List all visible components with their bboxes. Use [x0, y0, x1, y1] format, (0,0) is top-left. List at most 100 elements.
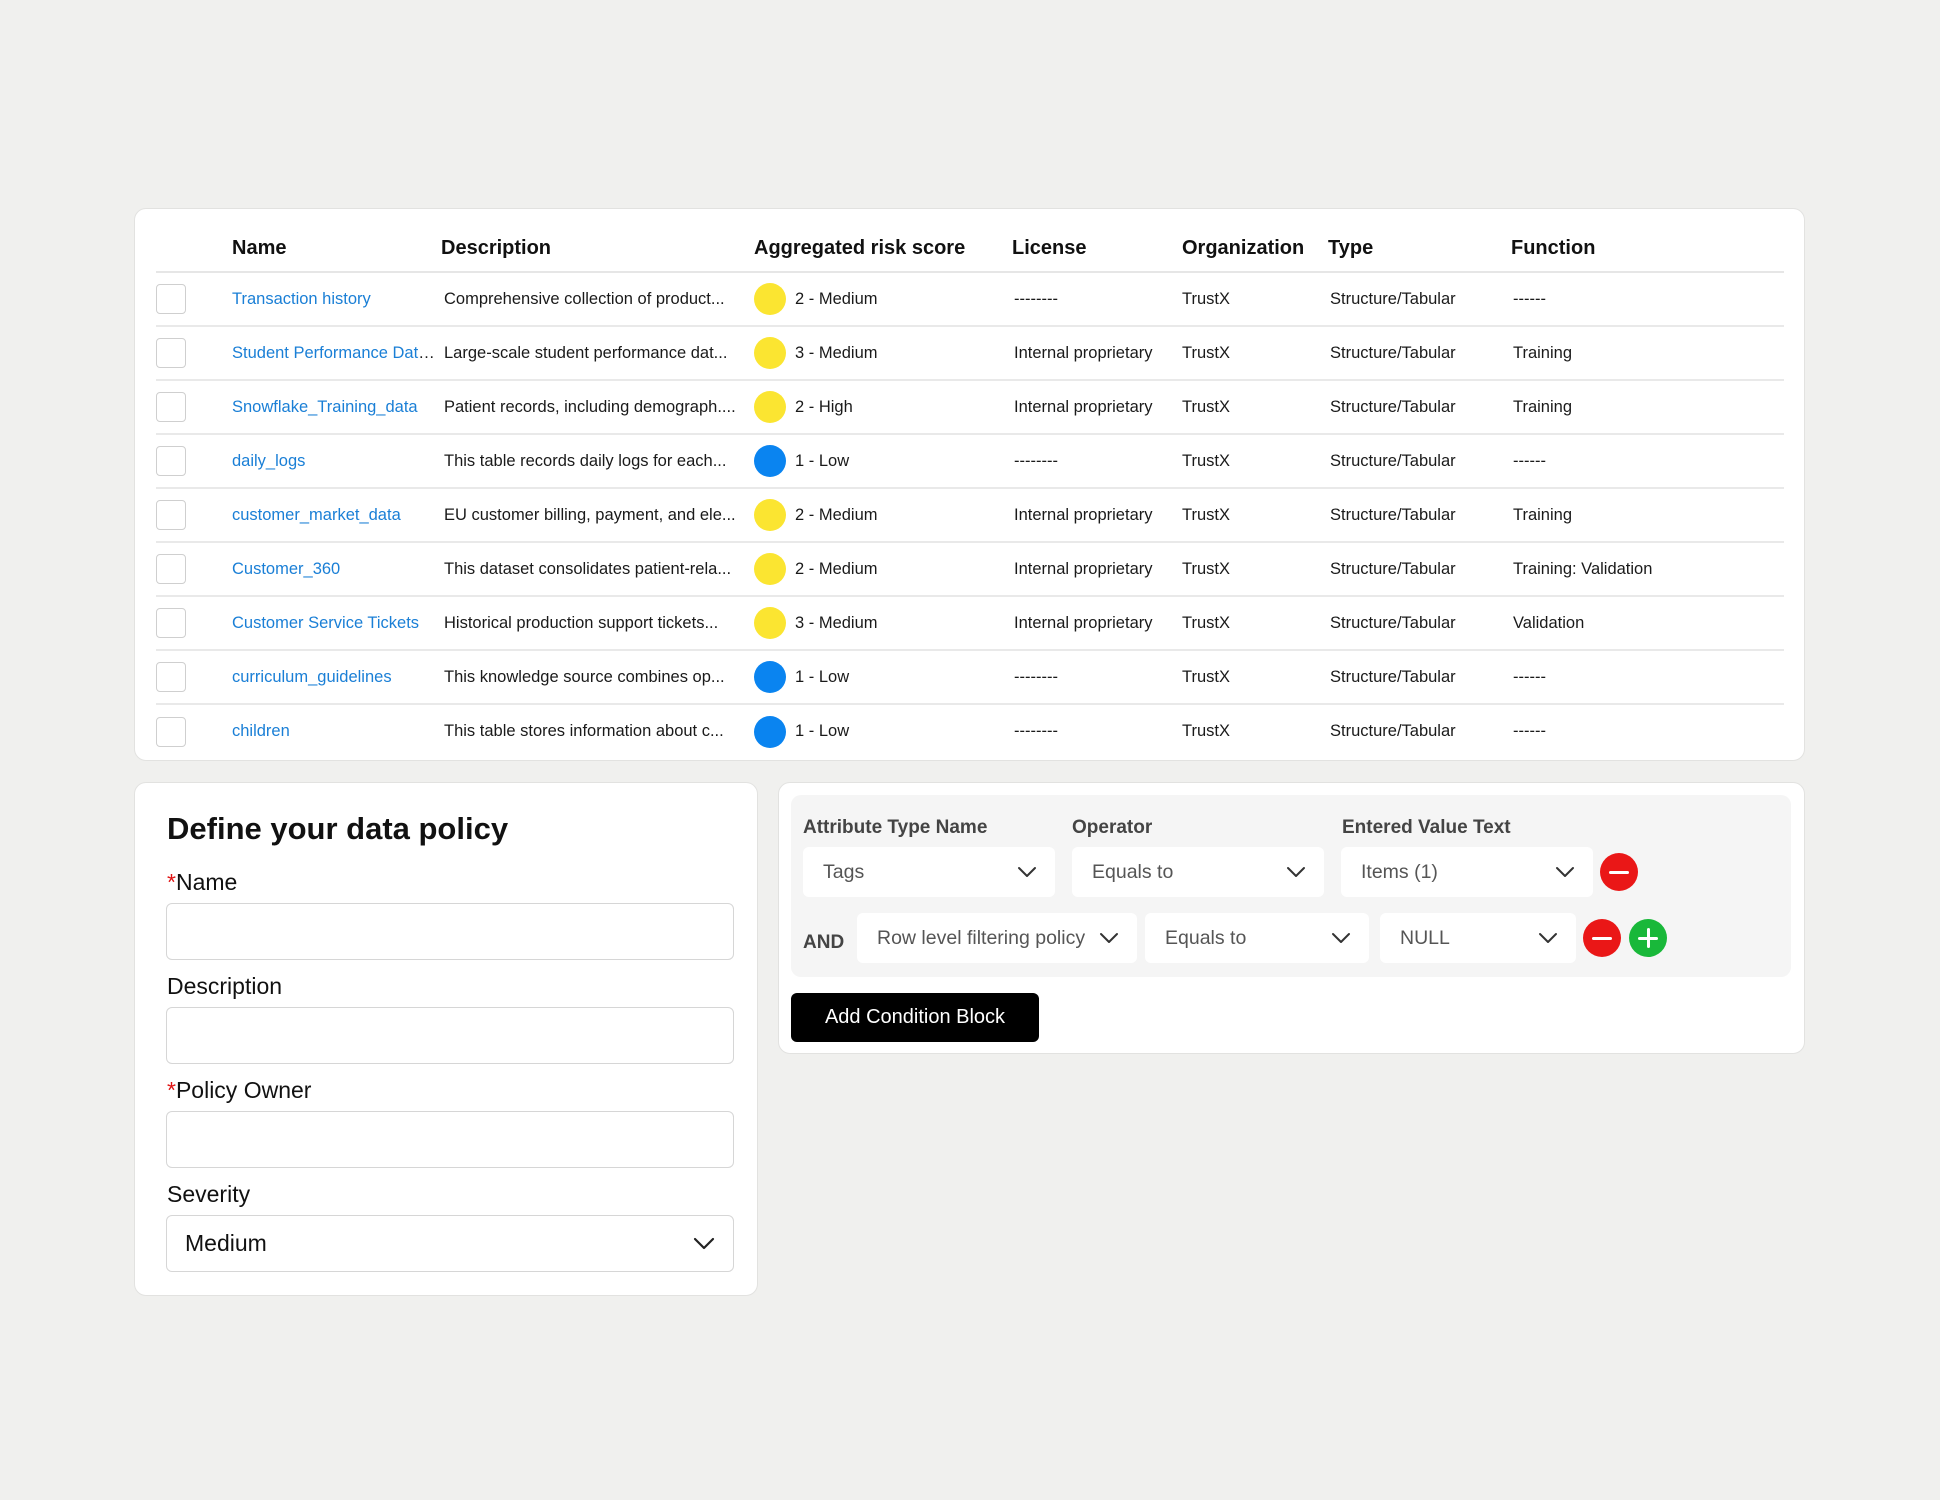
risk-indicator-dot [754, 553, 786, 585]
add-condition-block-button[interactable]: Add Condition Block [791, 993, 1039, 1042]
dataset-name-link[interactable]: Customer_360 [232, 560, 340, 578]
entered-value: Items (1) [1361, 860, 1438, 883]
header-license[interactable]: License [1012, 225, 1182, 273]
header-name[interactable]: Name [232, 225, 441, 273]
dataset-name-link[interactable]: Customer Service Tickets [232, 614, 419, 632]
select-cell [156, 488, 232, 543]
risk-indicator-dot [754, 445, 786, 477]
risk-score-text: 2 - Medium [795, 505, 878, 524]
table-row[interactable]: customer_market_data EU customer billing,… [156, 488, 1784, 543]
risk-score-text: 2 - Medium [795, 289, 878, 308]
row-checkbox[interactable] [156, 392, 186, 422]
header-function[interactable]: Function [1511, 225, 1784, 273]
row-checkbox[interactable] [156, 500, 186, 530]
organization-cell: TrustX [1182, 596, 1328, 651]
function-cell: Training [1511, 488, 1784, 543]
risk-cell: 1 - Low [754, 434, 1012, 489]
header-type[interactable]: Type [1328, 225, 1511, 273]
operator-select[interactable]: Equals to [1072, 847, 1324, 897]
description-input[interactable] [166, 1007, 734, 1064]
license-cell: Internal proprietary [1012, 542, 1182, 597]
header-risk-score[interactable]: Aggregated risk score [754, 225, 1012, 273]
risk-score-text: 1 - Low [795, 451, 850, 470]
condition-block: Attribute Type Name Operator Entered Val… [791, 795, 1791, 977]
organization-cell: TrustX [1182, 488, 1328, 543]
organization-cell: TrustX [1182, 542, 1328, 597]
name-input[interactable] [166, 903, 734, 960]
table-row[interactable]: Student Performance Dataset Large-scale s… [156, 326, 1784, 381]
table-row[interactable]: curriculum_guidelines This knowledge sour… [156, 650, 1784, 705]
row-checkbox[interactable] [156, 608, 186, 638]
dataset-name-link[interactable]: Transaction history [232, 290, 371, 308]
row-checkbox[interactable] [156, 338, 186, 368]
name-cell: Snowflake_Training_data [232, 380, 441, 435]
organization-cell: TrustX [1182, 650, 1328, 705]
attribute-value: Tags [823, 860, 865, 883]
chevron-down-icon [1100, 933, 1118, 943]
table-row[interactable]: daily_logs This table records daily logs … [156, 434, 1784, 489]
dataset-name-link[interactable]: daily_logs [232, 452, 305, 470]
operator-select[interactable]: Equals to [1145, 913, 1369, 963]
operator-value: Equals to [1165, 926, 1247, 949]
description-cell: This table stores information about c... [444, 722, 724, 740]
row-checkbox[interactable] [156, 554, 186, 584]
required-asterisk: * [167, 869, 176, 895]
risk-cell: 2 - Medium [754, 488, 1012, 543]
select-cell [156, 542, 232, 597]
remove-condition-button[interactable] [1600, 853, 1638, 891]
license-cell: -------- [1012, 650, 1182, 705]
function-cell: Validation [1511, 596, 1784, 651]
severity-label: Severity [167, 1181, 251, 1207]
risk-score-text: 3 - Medium [795, 613, 878, 632]
type-cell: Structure/Tabular [1328, 272, 1511, 327]
table-row[interactable]: Customer_360 This dataset consolidates pa… [156, 542, 1784, 597]
risk-indicator-dot [754, 337, 786, 369]
row-checkbox[interactable] [156, 284, 186, 314]
dataset-name-link[interactable]: curriculum_guidelines [232, 668, 392, 686]
dataset-name-link[interactable]: children [232, 722, 290, 740]
description-cell: Large-scale student performance dat... [441, 326, 754, 381]
name-cell: daily_logs [232, 434, 441, 489]
select-cell [156, 272, 232, 327]
dataset-name-link[interactable]: customer_market_data [232, 506, 401, 524]
minus-icon [1592, 936, 1612, 940]
organization-cell: TrustX [1182, 380, 1328, 435]
policy-form-card: Define your data policy *Name Descriptio… [134, 782, 758, 1296]
and-label: AND [803, 932, 845, 953]
row-checkbox[interactable] [156, 716, 186, 747]
dataset-name-link[interactable]: Student Performance Dataset [232, 344, 441, 362]
function-cell: ------ [1511, 650, 1784, 705]
header-organization[interactable]: Organization [1182, 225, 1328, 273]
table-row[interactable]: Snowflake_Training_data Patient records, … [156, 380, 1784, 435]
header-description[interactable]: Description [441, 225, 754, 273]
operator-value: Equals to [1092, 860, 1174, 883]
remove-condition-button[interactable] [1583, 919, 1621, 957]
type-cell: Structure/Tabular [1328, 326, 1511, 381]
severity-select[interactable]: Medium [166, 1215, 734, 1272]
table-row[interactable]: children This table stores information ab… [156, 704, 1784, 758]
add-condition-button[interactable] [1629, 919, 1667, 957]
operator-header: Operator [1072, 817, 1153, 838]
risk-score-text: 2 - Medium [795, 559, 878, 578]
chevron-down-icon [1556, 867, 1574, 877]
description-cell: Patient records, including demograph.... [441, 380, 754, 435]
value-select[interactable]: NULL [1380, 913, 1576, 963]
row-checkbox[interactable] [156, 662, 186, 692]
row-checkbox[interactable] [156, 446, 186, 476]
risk-indicator-dot [754, 283, 786, 315]
risk-indicator-dot [754, 607, 786, 639]
name-cell: Customer Service Tickets [232, 596, 441, 651]
dataset-name-link[interactable]: Snowflake_Training_data [232, 398, 418, 416]
table-row[interactable]: Transaction history Comprehensive collect… [156, 272, 1784, 327]
attribute-select[interactable]: Row level filtering policy [857, 913, 1137, 963]
attribute-select[interactable]: Tags [803, 847, 1055, 897]
condition-builder-card: Attribute Type Name Operator Entered Val… [778, 782, 1805, 1054]
risk-indicator-dot [754, 499, 786, 531]
policy-owner-input[interactable] [166, 1111, 734, 1168]
risk-cell: 2 - High [754, 380, 1012, 435]
table-row[interactable]: Customer Service Tickets Historical produ… [156, 596, 1784, 651]
organization-cell: TrustX [1182, 722, 1230, 740]
description-cell: Comprehensive collection of product... [441, 272, 754, 327]
value-select[interactable]: Items (1) [1341, 847, 1593, 897]
function-cell: Training [1511, 326, 1784, 381]
